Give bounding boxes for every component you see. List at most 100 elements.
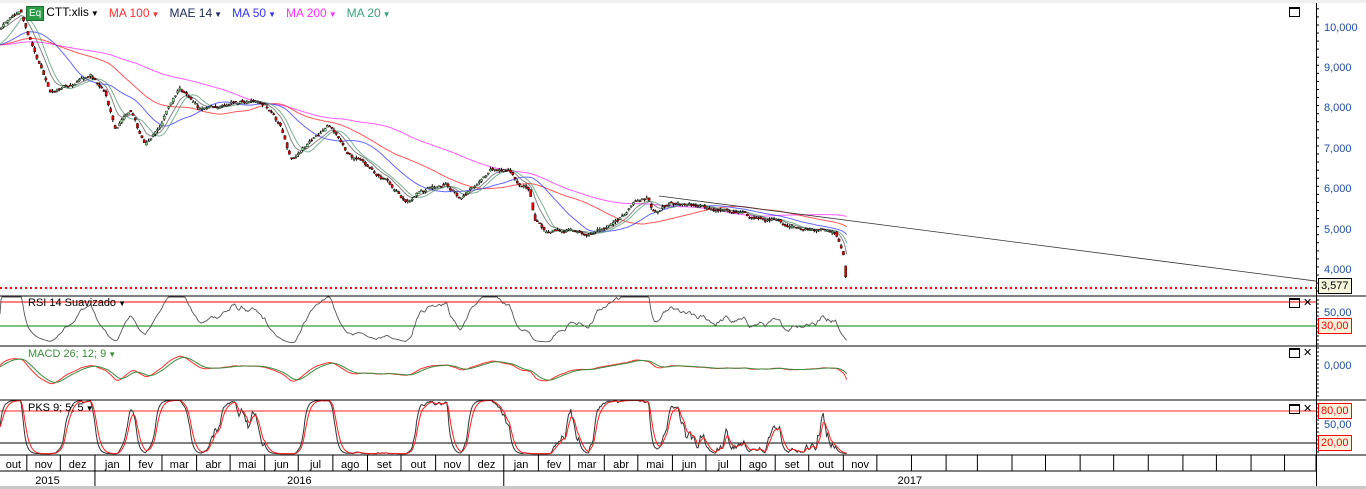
candle bbox=[424, 189, 427, 192]
price-tick: 8,000 bbox=[1324, 102, 1352, 114]
candle bbox=[553, 229, 557, 232]
candle bbox=[781, 223, 785, 226]
candle bbox=[169, 102, 173, 106]
year-label: 2017 bbox=[898, 475, 922, 487]
candle bbox=[33, 47, 37, 52]
candle bbox=[225, 104, 229, 107]
ma200-line bbox=[0, 41, 847, 218]
window-maximize-icon[interactable] bbox=[1289, 348, 1300, 358]
candle bbox=[542, 227, 546, 230]
candle bbox=[203, 107, 206, 110]
candle bbox=[419, 190, 423, 192]
macd-panel-title[interactable]: MACD 26; 12; 9 ▼ bbox=[28, 348, 116, 360]
candle bbox=[469, 187, 472, 191]
candle bbox=[612, 222, 615, 225]
candle bbox=[667, 203, 671, 205]
legend-ma20[interactable]: MA 20 ▼ bbox=[347, 6, 391, 20]
candle bbox=[104, 91, 108, 96]
candle bbox=[634, 200, 637, 202]
candle bbox=[270, 111, 273, 113]
candle bbox=[319, 132, 322, 135]
close-icon[interactable]: ✕ bbox=[1303, 404, 1312, 415]
candle bbox=[739, 211, 742, 214]
candle bbox=[717, 209, 720, 212]
close-icon[interactable]: ✕ bbox=[1303, 298, 1312, 309]
candle bbox=[390, 184, 394, 188]
chart-canvas[interactable]: out nov dez jan fev mar abr mai jun jul ago set out n… bbox=[0, 0, 1366, 489]
candle bbox=[80, 77, 83, 80]
candle bbox=[741, 211, 745, 214]
month-label: jun bbox=[681, 459, 697, 471]
month-label: ago bbox=[749, 459, 767, 471]
equity-badge: Eq bbox=[26, 6, 45, 21]
candle bbox=[259, 102, 262, 104]
candle bbox=[15, 13, 19, 16]
candle bbox=[377, 174, 381, 176]
candle bbox=[513, 176, 517, 180]
candle bbox=[730, 211, 734, 214]
candle bbox=[446, 183, 450, 187]
candle bbox=[551, 229, 555, 232]
candle bbox=[650, 204, 653, 208]
month-label: dez bbox=[478, 459, 496, 471]
legend-mae14[interactable]: MAE 14 ▼ bbox=[169, 6, 222, 20]
legend-label: MAE 14 bbox=[169, 6, 213, 20]
candle bbox=[75, 81, 79, 83]
candle bbox=[609, 223, 613, 226]
candle bbox=[692, 204, 696, 206]
candle bbox=[482, 176, 486, 178]
window-maximize-icon[interactable] bbox=[1289, 404, 1300, 414]
rsi-panel-title[interactable]: RSI 14 Suavizado ▼ bbox=[28, 297, 126, 309]
window-maximize-icon[interactable] bbox=[1289, 298, 1300, 308]
candle bbox=[53, 90, 57, 93]
pks-panel-title[interactable]: PKS 9; 5; 5 ▼ bbox=[28, 402, 94, 414]
candle bbox=[777, 219, 780, 221]
candle bbox=[819, 228, 823, 230]
candle bbox=[350, 155, 354, 158]
candle bbox=[786, 225, 789, 228]
candle bbox=[100, 86, 104, 89]
candle bbox=[596, 229, 599, 231]
candle bbox=[763, 219, 767, 222]
candle bbox=[22, 16, 25, 21]
candle bbox=[120, 119, 124, 123]
candle bbox=[13, 14, 16, 16]
candle bbox=[60, 87, 63, 90]
candle bbox=[437, 185, 441, 187]
candle bbox=[223, 104, 226, 107]
month-label: set bbox=[377, 459, 392, 471]
candle bbox=[95, 82, 99, 84]
candle bbox=[462, 195, 465, 198]
candle bbox=[712, 209, 716, 211]
candle bbox=[480, 179, 483, 182]
candle bbox=[35, 55, 39, 59]
legend-ma50[interactable]: MA 50 ▼ bbox=[232, 6, 276, 20]
candle bbox=[444, 183, 448, 185]
candle bbox=[26, 31, 30, 36]
candle bbox=[261, 103, 264, 106]
close-icon[interactable]: ✕ bbox=[1303, 348, 1312, 359]
candle bbox=[477, 181, 481, 184]
month-label: jan bbox=[104, 459, 120, 471]
candle bbox=[495, 169, 499, 172]
candle bbox=[384, 178, 387, 180]
window-maximize-icon[interactable] bbox=[1289, 7, 1300, 17]
candle bbox=[187, 95, 191, 98]
candle bbox=[402, 198, 405, 200]
candle bbox=[788, 226, 792, 228]
legend-ma100[interactable]: MA 100 ▼ bbox=[109, 6, 160, 20]
candle bbox=[618, 217, 622, 220]
month-label: out bbox=[818, 459, 833, 471]
candle bbox=[435, 186, 439, 188]
symbol-selector[interactable]: Eq CTT:xlis ▼ bbox=[26, 5, 99, 21]
candle bbox=[799, 228, 803, 231]
legend-label: MA 20 bbox=[346, 6, 381, 20]
panel-title-label: RSI 14 Suavizado bbox=[28, 297, 117, 309]
candle bbox=[180, 89, 184, 92]
candle bbox=[629, 205, 633, 207]
legend-ma200[interactable]: MA 200 ▼ bbox=[286, 6, 337, 20]
candle bbox=[357, 158, 360, 160]
candle bbox=[725, 208, 729, 211]
candle bbox=[574, 230, 577, 233]
candle bbox=[632, 202, 635, 205]
